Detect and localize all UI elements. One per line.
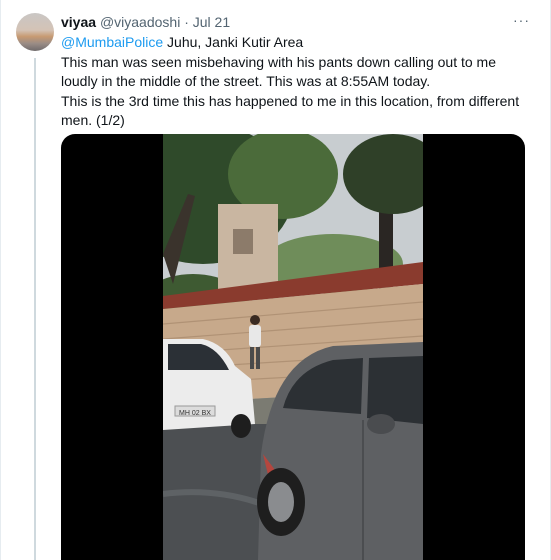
tweet-line-1: @MumbaiPolice Juhu, Janki Kutir Area (61, 33, 531, 53)
car-plate: MH 02 BX (179, 410, 211, 417)
video-player[interactable]: MH 02 BX (61, 134, 525, 560)
video-frame[interactable]: MH 02 BX (163, 134, 423, 560)
user-handle[interactable]: @viyaadoshi (100, 14, 180, 30)
tweet-text: @MumbaiPolice Juhu, Janki Kutir Area Thi… (61, 33, 531, 131)
avatar[interactable] (16, 13, 54, 51)
thread-line (34, 58, 36, 560)
tweet-header: viyaa @viyaadoshi · Jul 21 (61, 13, 230, 31)
separator: · (180, 14, 193, 30)
tweet-date[interactable]: Jul 21 (193, 14, 230, 30)
tweet-line-2: This man was seen misbehaving with his p… (61, 53, 496, 90)
display-name[interactable]: viyaa (61, 14, 96, 30)
location-text: Juhu, Janki Kutir Area (163, 34, 304, 50)
street-scene: MH 02 BX (163, 134, 423, 560)
tweet-line-3: This is the 3rd time this has happened t… (61, 92, 520, 129)
mention-link[interactable]: @MumbaiPolice (61, 34, 163, 50)
more-options-icon[interactable]: ··· (513, 12, 530, 28)
tweet: viyaa @viyaadoshi · Jul 21 ··· @MumbaiPo… (0, 0, 551, 560)
